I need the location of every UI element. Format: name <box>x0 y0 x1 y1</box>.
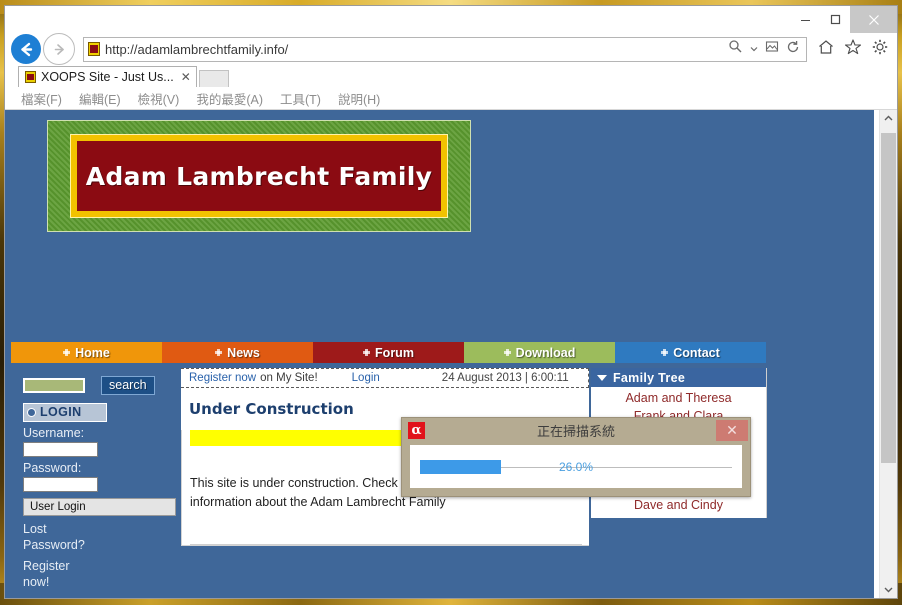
chevron-down-icon[interactable] <box>750 40 758 58</box>
menu-item-file[interactable]: 檔案(F) <box>21 89 62 108</box>
left-sidebar: search LOGIN Username: Password: User Lo… <box>11 368 176 598</box>
chevron-down-icon <box>597 374 607 381</box>
scroll-down-arrow-icon[interactable] <box>880 581 897 598</box>
topbar-datetime: 24 August 2013 | 6:00:11 <box>441 372 569 384</box>
nav-bullet-icon <box>661 349 669 356</box>
home-icon[interactable] <box>817 38 835 61</box>
nav-item-contact[interactable]: Contact <box>615 342 766 363</box>
banner-red-panel: Adam Lambrecht Family <box>77 141 441 211</box>
nav-bullet-icon <box>363 349 371 356</box>
nav-label: Download <box>515 345 576 360</box>
maximize-button[interactable] <box>820 6 850 33</box>
dialog-body: 26.0% <box>410 445 742 488</box>
dialog-title-bar: α 正在掃描系統 ✕ <box>402 418 750 443</box>
nav-item-home[interactable]: Home <box>11 342 162 363</box>
search-icon[interactable] <box>728 39 743 59</box>
nav-item-forum[interactable]: Forum <box>313 342 464 363</box>
search-input[interactable] <box>23 378 85 393</box>
banner-title: Adam Lambrecht Family <box>85 161 433 191</box>
menu-item-help[interactable]: 說明(H) <box>338 89 380 108</box>
gear-icon[interactable] <box>871 38 889 61</box>
username-label: Username: <box>23 426 85 441</box>
dialog-title: 正在掃描系統 <box>536 425 615 440</box>
progress-bar: 26.0% <box>420 459 732 474</box>
menu-item-view[interactable]: 檢視(V) <box>138 89 180 108</box>
nav-bullet-icon <box>503 349 511 356</box>
family-tree-heading[interactable]: Family Tree <box>591 368 766 387</box>
search-row: search <box>11 368 176 395</box>
scrollbar-track[interactable] <box>880 127 897 581</box>
tab-title: XOOPS Site - Just Us... <box>41 70 174 84</box>
search-button[interactable]: search <box>101 376 155 395</box>
banner-yellow-frame: Adam Lambrecht Family <box>70 134 448 218</box>
refresh-icon[interactable] <box>786 40 800 59</box>
close-button[interactable] <box>850 6 897 33</box>
menu-item-favorites[interactable]: 我的最愛(A) <box>196 89 263 108</box>
site-banner: Adam Lambrecht Family <box>47 120 471 232</box>
menu-bar: 檔案(F) 編輯(E) 檢視(V) 我的最愛(A) 工具(T) 說明(H) <box>5 87 897 110</box>
nav-label: Contact <box>673 345 720 360</box>
new-tab-button[interactable] <box>198 70 229 87</box>
password-label: Password: <box>23 461 82 476</box>
nav-bullet-icon <box>215 349 223 356</box>
site-nav-bar: Home News Forum Download Contact <box>11 342 766 363</box>
xoops-site: Adam Lambrecht Family Home News Forum Do… <box>5 110 874 598</box>
avira-scan-dialog: α 正在掃描系統 ✕ 26.0% <box>401 417 751 497</box>
lost-password-link[interactable]: Lost Password? <box>23 522 85 553</box>
url-bar-icons <box>728 39 802 59</box>
menu-item-tools[interactable]: 工具(T) <box>280 89 321 108</box>
tab-close-icon[interactable]: ✕ <box>181 70 191 84</box>
user-topbar: Register now on My Site! Login 24 August… <box>181 368 589 388</box>
topbar-login-link[interactable]: Login <box>352 372 380 384</box>
browser-window: http://adamlambrechtfamily.info/ XOOPS S… <box>4 5 898 599</box>
dialog-close-button[interactable]: ✕ <box>716 420 748 441</box>
browser-toolbar-icons <box>817 38 889 61</box>
web-page: Adam Lambrecht Family Home News Forum Do… <box>5 110 879 598</box>
browser-tab-active[interactable]: XOOPS Site - Just Us... ✕ <box>18 66 197 87</box>
title-bar <box>5 6 897 33</box>
site-favicon-icon <box>88 42 100 56</box>
favorites-star-icon[interactable] <box>844 38 862 61</box>
nav-bullet-icon <box>63 349 71 356</box>
minimize-button[interactable] <box>790 6 820 33</box>
nav-item-news[interactable]: News <box>162 342 313 363</box>
scroll-up-arrow-icon[interactable] <box>880 110 897 127</box>
nav-item-download[interactable]: Download <box>464 342 615 363</box>
register-now-link[interactable]: Register now! <box>23 559 83 590</box>
bullet-icon <box>27 408 36 418</box>
content-title: Under Construction <box>189 400 354 418</box>
window-controls <box>790 6 897 33</box>
progress-label: 26.0% <box>558 459 594 474</box>
forward-button[interactable] <box>43 33 75 65</box>
nav-label: Forum <box>375 345 414 360</box>
tab-favicon-icon <box>25 71 36 83</box>
user-login-button[interactable]: User Login <box>23 498 176 517</box>
family-tree-item[interactable]: Dave and Cindy <box>591 497 766 515</box>
url-input[interactable]: http://adamlambrechtfamily.info/ <box>83 36 807 62</box>
family-tree-item[interactable]: Adam and Theresa <box>591 390 766 408</box>
username-input[interactable] <box>23 442 98 458</box>
back-button[interactable] <box>11 34 41 64</box>
topbar-register-link[interactable]: Register now <box>189 372 256 384</box>
tab-strip: XOOPS Site - Just Us... ✕ <box>5 65 897 87</box>
nav-label: News <box>227 345 260 360</box>
login-block-heading: LOGIN <box>23 403 107 423</box>
topbar-register-rest: on My Site! <box>260 372 318 384</box>
scrollbar-thumb[interactable] <box>881 133 896 463</box>
compatibility-view-icon[interactable] <box>765 40 779 59</box>
browser-viewport: Adam Lambrecht Family Home News Forum Do… <box>5 110 897 598</box>
login-heading-label: LOGIN <box>40 405 82 419</box>
url-text: http://adamlambrechtfamily.info/ <box>105 41 289 57</box>
vertical-scrollbar[interactable] <box>879 110 897 598</box>
nav-label: Home <box>75 345 110 360</box>
family-tree-heading-label: Family Tree <box>613 370 686 385</box>
menu-item-edit[interactable]: 編輯(E) <box>79 89 121 108</box>
address-bar-row: http://adamlambrechtfamily.info/ <box>5 33 897 65</box>
password-input[interactable] <box>23 477 98 493</box>
